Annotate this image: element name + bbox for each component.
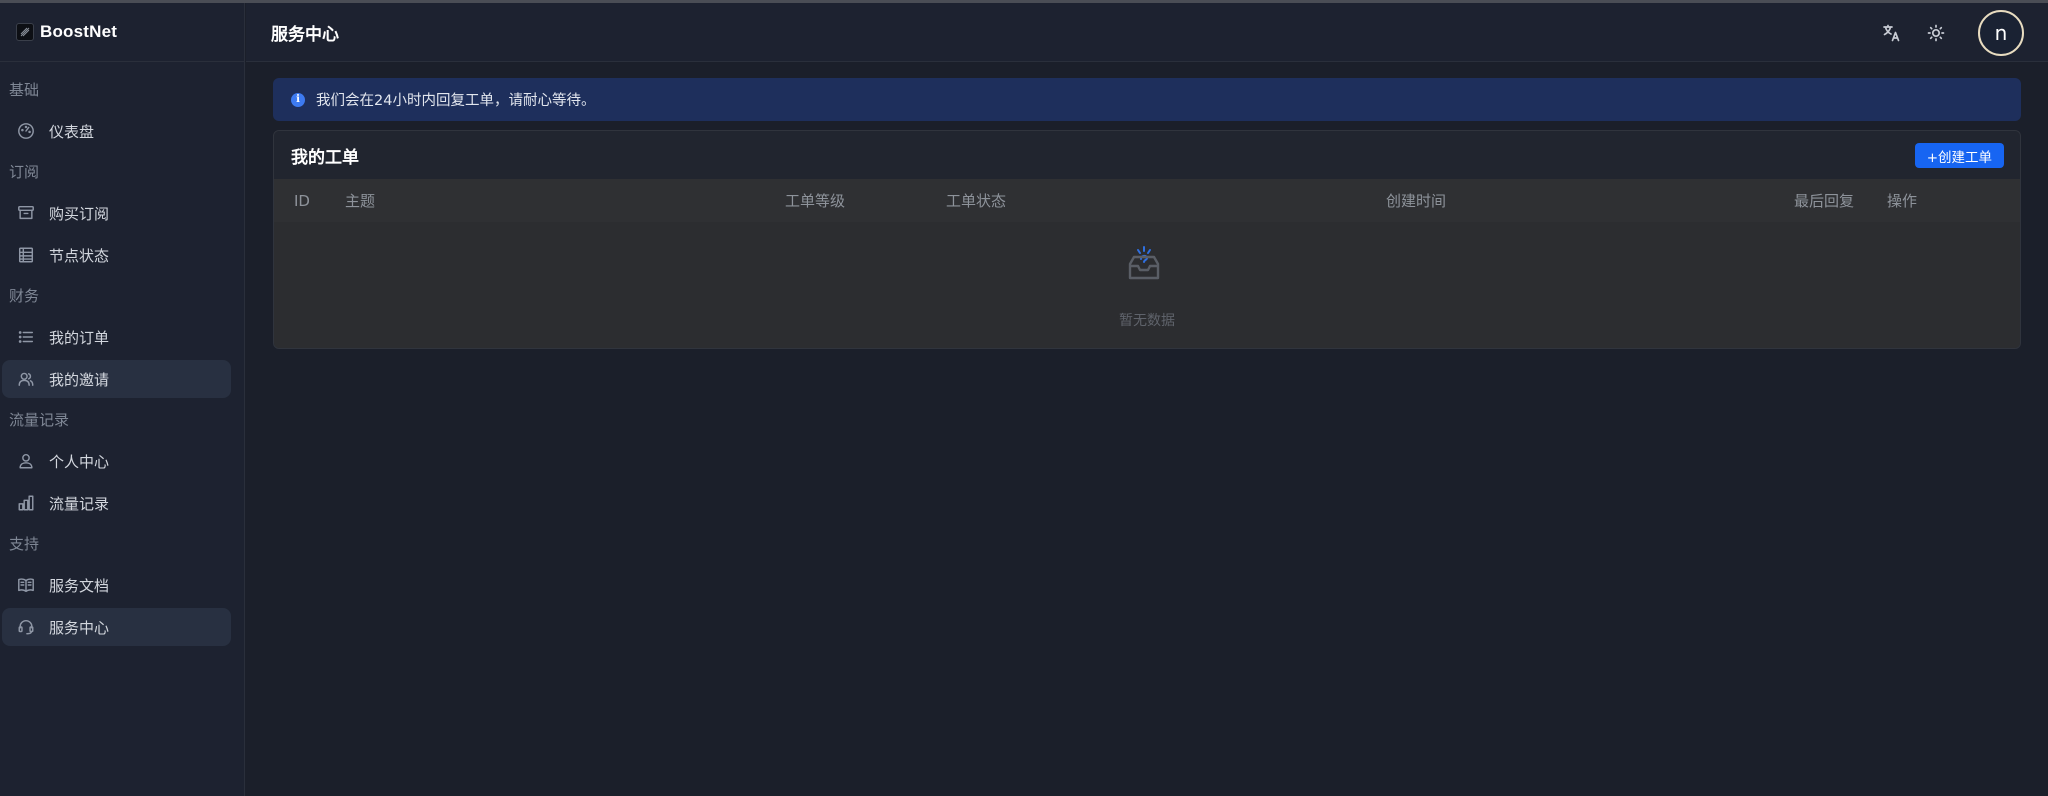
users-icon bbox=[16, 369, 36, 389]
sidebar-item-my-invites[interactable]: 我的邀请 bbox=[2, 360, 231, 398]
table-header: ID 主题 工单等级 工单状态 创建时间 最后回复 操作 bbox=[274, 179, 2020, 222]
column-header-created-time[interactable]: 创建时间 bbox=[1386, 190, 1446, 211]
nav-group-title: 基础 bbox=[9, 81, 40, 99]
book-icon bbox=[16, 575, 36, 595]
sidebar-nav: 基础 仪表盘 订阅 购买订阅 节点状态 财务 我的订单 我的邀请 流量记录 个人… bbox=[0, 62, 244, 646]
brand[interactable]: BoostNet bbox=[0, 3, 244, 62]
sidebar-item-label: 购买订阅 bbox=[49, 204, 110, 223]
sidebar-item-label: 服务文档 bbox=[49, 576, 110, 595]
translate-icon[interactable] bbox=[1880, 21, 1904, 45]
create-ticket-button[interactable]: +创建工单 bbox=[1914, 143, 2004, 168]
sidebar-item-my-orders[interactable]: 我的订单 bbox=[2, 318, 231, 356]
sidebar-item-traffic-log[interactable]: 流量记录 bbox=[2, 484, 231, 522]
nav-group-title: 流量记录 bbox=[9, 411, 70, 429]
nav-group-title: 财务 bbox=[9, 287, 40, 305]
sidebar-item-label: 节点状态 bbox=[49, 246, 110, 265]
empty-inbox-icon bbox=[1128, 246, 1160, 280]
sidebar: BoostNet 基础 仪表盘 订阅 购买订阅 节点状态 财务 我的订单 我的邀… bbox=[0, 3, 245, 796]
page-title: 服务中心 bbox=[271, 24, 339, 45]
column-header-status[interactable]: 工单状态 bbox=[946, 190, 1006, 211]
user-avatar[interactable]: n bbox=[1978, 9, 2024, 56]
headset-icon bbox=[16, 617, 36, 637]
column-header-subject[interactable]: 主题 bbox=[345, 190, 375, 211]
table-body-empty: 暂无数据 bbox=[274, 222, 2020, 348]
info-alert: i 我们会在24小时内回复工单，请耐心等待。 bbox=[273, 78, 2021, 121]
info-icon: i bbox=[291, 92, 305, 107]
table-icon bbox=[16, 245, 36, 265]
card-title: 我的工单 bbox=[291, 147, 359, 168]
app-name: BoostNet bbox=[40, 22, 118, 41]
nav-group-title: 支持 bbox=[9, 535, 40, 553]
sidebar-item-label: 仪表盘 bbox=[49, 122, 95, 141]
sidebar-item-label: 个人中心 bbox=[49, 452, 110, 471]
logo-icon bbox=[16, 23, 34, 41]
sidebar-item-profile[interactable]: 个人中心 bbox=[2, 442, 231, 480]
column-header-last-reply[interactable]: 最后回复 bbox=[1794, 190, 1854, 211]
column-header-id[interactable]: ID bbox=[294, 192, 310, 210]
theme-toggle-sun-icon[interactable] bbox=[1924, 21, 1948, 45]
sidebar-item-buy-subscription[interactable]: 购买订阅 bbox=[2, 194, 231, 232]
nav-group-title: 订阅 bbox=[9, 163, 40, 181]
column-header-level[interactable]: 工单等级 bbox=[785, 190, 845, 211]
sidebar-item-service-center[interactable]: 服务中心 bbox=[2, 608, 231, 646]
dashboard-icon bbox=[16, 121, 36, 141]
sidebar-item-label: 我的订单 bbox=[49, 328, 110, 347]
tickets-card: 我的工单 +创建工单 ID 主题 工单等级 工单状态 创建时间 最后回复 操作 … bbox=[273, 130, 2021, 349]
user-icon bbox=[16, 451, 36, 471]
sidebar-item-label: 流量记录 bbox=[49, 494, 110, 513]
list-icon bbox=[16, 327, 36, 347]
empty-state-text: 暂无数据 bbox=[1119, 313, 1175, 329]
sidebar-item-label: 服务中心 bbox=[49, 618, 110, 637]
alert-text: 我们会在24小时内回复工单，请耐心等待。 bbox=[316, 93, 596, 109]
bar-chart-icon bbox=[16, 493, 36, 513]
sidebar-item-docs[interactable]: 服务文档 bbox=[2, 566, 231, 604]
card-header: 我的工单 +创建工单 bbox=[274, 131, 2020, 179]
top-header: 服务中心 n bbox=[246, 3, 2048, 62]
header-actions: n bbox=[1860, 3, 2024, 62]
column-header-actions[interactable]: 操作 bbox=[1887, 190, 1917, 211]
sidebar-item-node-status[interactable]: 节点状态 bbox=[2, 236, 231, 274]
archive-icon bbox=[16, 203, 36, 223]
sidebar-item-dashboard[interactable]: 仪表盘 bbox=[2, 112, 231, 150]
sidebar-item-label: 我的邀请 bbox=[49, 370, 110, 389]
